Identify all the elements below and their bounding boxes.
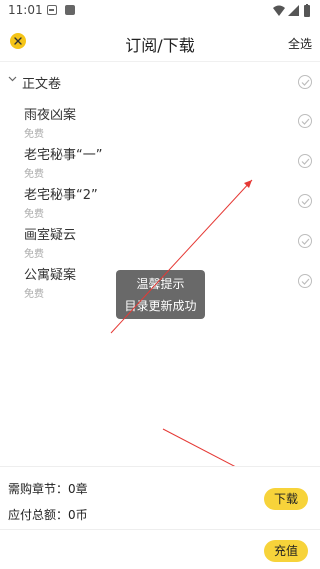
total-payable-label: 应付总额： [8,508,69,522]
volume-row[interactable]: 正文卷 [0,70,320,94]
recharge-button[interactable]: 充值 [264,540,308,562]
chapter-title: 公寓疑案 [24,268,77,283]
check-icon [301,238,310,245]
check-icon [301,198,310,205]
image-notification-icon [65,5,75,15]
chapter-price: 免费 [24,169,44,180]
chapters-needed: 需购章节：0章 [8,480,88,497]
chapter-price: 免费 [24,249,44,260]
chapter-checkbox[interactable] [298,114,312,128]
chapter-title: 雨夜凶案 [24,108,77,123]
chapter-checkbox[interactable] [298,274,312,288]
select-all-button[interactable]: 全选 [288,35,312,52]
volume-title: 正文卷 [22,77,62,92]
chapter-price: 免费 [24,129,44,140]
chapter-item[interactable]: 老宅秘事“一” 免费 [0,144,320,184]
divider [0,529,320,530]
chapter-item[interactable]: 老宅秘事“2” 免费 [0,184,320,224]
close-icon [14,37,22,45]
check-icon [301,158,310,165]
chapters-needed-value: 0章 [68,482,88,496]
chevron-down-icon [8,76,17,82]
signal-icon [288,5,299,16]
chapters-needed-label: 需购章节： [8,482,69,496]
chapter-price: 免费 [24,209,44,220]
chapter-price: 免费 [24,289,44,300]
chapter-checkbox[interactable] [298,234,312,248]
chapter-title: 画室疑云 [24,228,77,243]
chapter-item[interactable]: 雨夜凶案 免费 [0,104,320,144]
check-icon [301,278,310,285]
purchase-summary-panel: 需购章节：0章 应付总额：0币 下载 充值 [0,466,320,569]
total-payable-value: 0币 [68,508,88,522]
chapter-title: 老宅秘事“一” [24,148,103,163]
volume-checkbox[interactable] [298,75,312,89]
chapter-checkbox[interactable] [298,194,312,208]
status-time: 11:01 [8,3,43,17]
check-icon [301,79,310,86]
app-header: 订阅/下载 全选 [0,22,320,62]
chapter-title: 老宅秘事“2” [24,188,98,203]
download-button[interactable]: 下载 [264,488,308,510]
system-status-icons [273,4,310,17]
toast-message: 温馨提示 目录更新成功 [116,270,205,319]
total-payable: 应付总额：0币 [8,506,88,523]
toast-text: 目录更新成功 [124,299,197,313]
check-icon [301,118,310,125]
page-title: 订阅/下载 [125,36,195,55]
wifi-icon [273,5,285,16]
battery-icon [304,5,310,17]
notification-icon [47,5,57,15]
chapter-checkbox[interactable] [298,154,312,168]
close-button[interactable] [10,33,26,49]
status-bar: 11:01 [0,0,320,22]
toast-title: 温馨提示 [136,277,185,291]
chapter-item[interactable]: 画室疑云 免费 [0,224,320,264]
